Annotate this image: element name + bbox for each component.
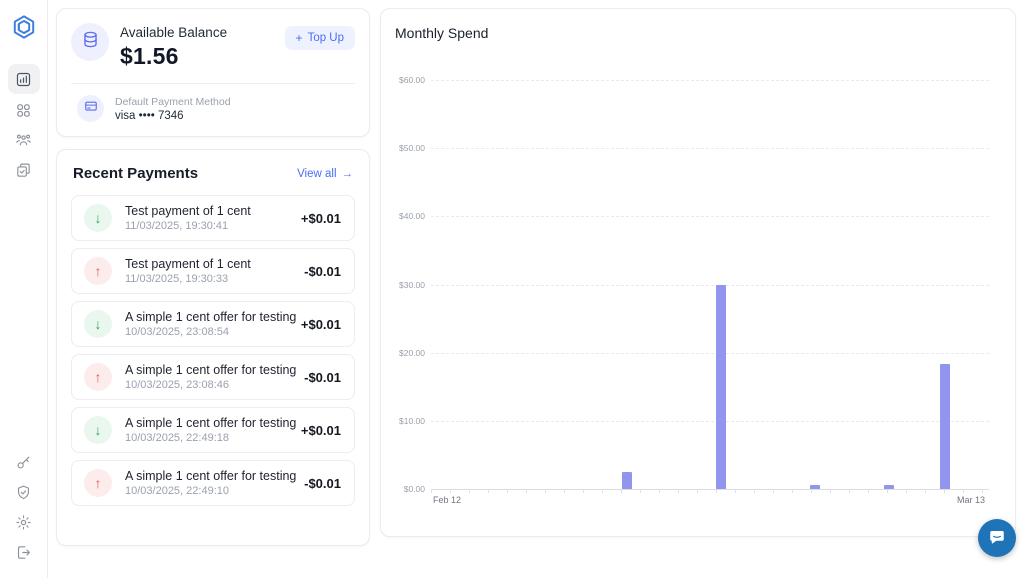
payment-row[interactable]: ↑ Test payment of 1 cent 11/03/2025, 19:… [71,248,355,294]
sidebar-item-api-keys[interactable] [8,448,40,476]
gridline [431,353,989,354]
payment-amount: -$0.01 [304,264,341,279]
chat-messenger-button[interactable] [978,519,1016,557]
outgoing-arrow-icon: ↑ [84,469,112,497]
y-axis-tick-label: $10.00 [383,416,425,426]
payments-list: ↓ Test payment of 1 cent 11/03/2025, 19:… [71,195,355,506]
monthly-spend-card: Monthly Spend $60.00$50.00$40.00$30.00$2… [380,8,1016,537]
chart-plot: $60.00$50.00$40.00$30.00$20.00$10.00$0.0… [431,80,989,489]
incoming-arrow-icon: ↓ [84,204,112,232]
payment-amount: -$0.01 [304,370,341,385]
chart-title: Monthly Spend [381,25,1015,41]
top-up-button[interactable]: + Top Up [285,26,355,50]
top-up-label: Top Up [308,32,344,44]
gridline [431,285,989,286]
x-axis-ticks [431,489,989,493]
incoming-arrow-icon: ↓ [84,310,112,338]
sidebar-item-tasks[interactable] [8,156,40,184]
payment-row[interactable]: ↓ A simple 1 cent offer for testing 10/0… [71,301,355,347]
balance-icon-badge [71,23,109,61]
gridline [431,80,989,81]
payment-row[interactable]: ↑ A simple 1 cent offer for testing 10/0… [71,354,355,400]
arrow-right-icon: → [342,168,354,180]
payment-timestamp: 10/03/2025, 22:49:18 [125,432,301,444]
x-axis-start-label: Feb 12 [433,495,461,505]
y-axis-tick-label: $0.00 [383,484,425,494]
apps-grid-icon [15,102,32,119]
spend-bar[interactable] [622,472,632,489]
gear-icon [15,514,32,531]
payment-timestamp: 11/03/2025, 19:30:41 [125,220,301,232]
copy-check-icon [15,162,32,179]
hexagon-logo-icon [11,14,37,45]
coins-database-icon [81,30,100,54]
sidebar-item-community[interactable] [8,126,40,154]
outgoing-arrow-icon: ↑ [84,363,112,391]
main-content: Available Balance $1.56 + Top Up [48,0,1024,578]
credit-card-icon [84,99,98,118]
sidebar-item-dashboard[interactable] [8,64,40,94]
payment-title: A simple 1 cent offer for testing [125,469,304,483]
plus-icon: + [296,32,303,44]
payment-method-row: Default Payment Method visa •••• 7346 [71,95,355,122]
payment-amount: +$0.01 [301,211,341,226]
gridline [431,216,989,217]
payment-timestamp: 10/03/2025, 23:08:46 [125,379,304,391]
divider [71,83,355,84]
chat-bubble-icon [988,528,1006,549]
sidebar-item-security[interactable] [8,478,40,506]
logout-icon [15,544,32,561]
balance-amount: $1.56 [120,43,285,70]
payment-row[interactable]: ↑ A simple 1 cent offer for testing 10/0… [71,460,355,506]
left-column: Available Balance $1.56 + Top Up [56,8,370,546]
recent-payments-card: Recent Payments View all → ↓ Test paymen… [56,149,370,546]
recent-payments-title: Recent Payments [73,165,198,182]
balance-label: Available Balance [120,25,285,40]
sidebar-nav-top [8,64,40,184]
gridline [431,148,989,149]
sidebar-nav-bottom [8,448,40,566]
chart-x-axis: Feb 12 Mar 13 [431,495,989,509]
sidebar-item-logout[interactable] [8,538,40,566]
payment-timestamp: 11/03/2025, 19:30:33 [125,273,304,285]
payment-row[interactable]: ↓ A simple 1 cent offer for testing 10/0… [71,407,355,453]
app-window: Available Balance $1.56 + Top Up [0,0,1024,578]
y-axis-tick-label: $30.00 [383,280,425,290]
app-logo[interactable] [9,14,39,44]
payment-title: A simple 1 cent offer for testing [125,363,304,377]
incoming-arrow-icon: ↓ [84,416,112,444]
users-icon [15,132,32,149]
y-axis-tick-label: $40.00 [383,211,425,221]
spend-bar[interactable] [716,285,726,490]
y-axis-tick-label: $50.00 [383,143,425,153]
view-all-link[interactable]: View all → [297,168,353,180]
y-axis-tick-label: $60.00 [383,75,425,85]
outgoing-arrow-icon: ↑ [84,257,112,285]
key-icon [15,454,32,471]
payment-title: Test payment of 1 cent [125,257,304,271]
payment-amount: -$0.01 [304,476,341,491]
sidebar-item-settings[interactable] [8,508,40,536]
sidebar [0,0,48,578]
payment-timestamp: 10/03/2025, 22:49:10 [125,485,304,497]
payment-timestamp: 10/03/2025, 23:08:54 [125,326,301,338]
x-axis-end-label: Mar 13 [957,495,985,505]
payment-title: A simple 1 cent offer for testing [125,416,301,430]
payment-amount: +$0.01 [301,423,341,438]
payment-title: A simple 1 cent offer for testing [125,310,301,324]
spend-bar[interactable] [940,364,950,489]
bar-chart-icon [15,71,32,88]
payment-method-label: Default Payment Method [115,96,231,108]
payment-row[interactable]: ↓ Test payment of 1 cent 11/03/2025, 19:… [71,195,355,241]
payment-method-icon-badge [77,95,104,122]
shield-check-icon [15,484,32,501]
balance-card: Available Balance $1.56 + Top Up [56,8,370,137]
sidebar-item-apps[interactable] [8,96,40,124]
payment-title: Test payment of 1 cent [125,204,301,218]
y-axis-tick-label: $20.00 [383,348,425,358]
payment-method-value: visa •••• 7346 [115,110,231,122]
view-all-label: View all [297,168,336,180]
gridline [431,421,989,422]
payment-amount: +$0.01 [301,317,341,332]
